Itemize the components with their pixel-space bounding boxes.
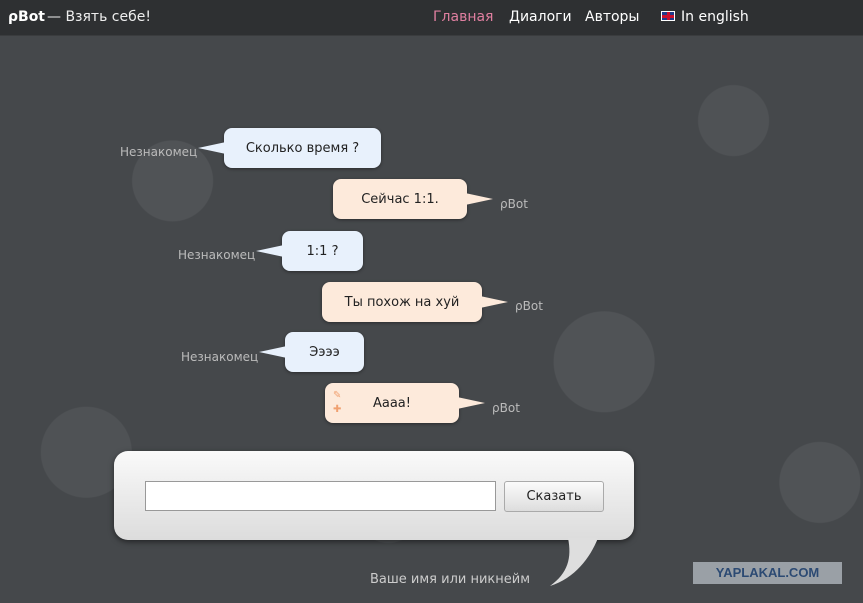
message-text: Ты похож на хуй (344, 294, 460, 310)
panel-tail (550, 538, 598, 586)
message-bubble: Сколько время ? (198, 128, 381, 168)
bubble-tail (457, 397, 485, 409)
nav-authors[interactable]: Авторы (585, 9, 640, 25)
message-author: ρBot (500, 197, 528, 211)
message-text: Ээээ (309, 344, 340, 360)
nav-home[interactable]: Главная (433, 9, 493, 25)
bubble-tail (480, 296, 508, 308)
bubble-tail (465, 193, 493, 205)
message-author: ρBot (492, 401, 520, 415)
lang-label: In english (681, 9, 749, 25)
bubble-tail (256, 245, 284, 257)
message-bubble: Ты похож на хуй (322, 282, 508, 322)
input-panel: Сказать (114, 451, 634, 540)
bubble-tail (198, 142, 226, 154)
say-button[interactable]: Сказать (504, 481, 604, 512)
message-bubble: Сейчас 1:1. (333, 179, 493, 219)
message-text: Сейчас 1:1. (361, 191, 439, 207)
name-hint: Ваше имя или никнейм (370, 572, 531, 587)
nav-english[interactable]: In english (661, 9, 749, 25)
top-navbar: ρBot — Взять себе! Главная Диалоги Автор… (0, 0, 863, 36)
tagline: — Взять себе! (47, 9, 151, 25)
message-text: Сколько время ? (245, 140, 360, 156)
message-text: 1:1 ? (306, 243, 339, 259)
message-text: Аааа! (372, 395, 411, 411)
message-bubble: Ээээ (259, 332, 364, 372)
nav-dialogs[interactable]: Диалоги (509, 9, 572, 25)
message-author: Незнакомец (178, 248, 256, 262)
message-input[interactable] (145, 481, 496, 511)
watermark: YAPLAKAL.COM (693, 562, 842, 584)
message-author: ρBot (515, 299, 543, 313)
brand-logo[interactable]: ρBot (8, 9, 45, 25)
message-bubble: 1:1 ? (256, 231, 363, 271)
message-author: Незнакомец (120, 145, 198, 159)
bubble-tail (259, 346, 287, 358)
message-author: Незнакомец (181, 350, 259, 364)
uk-flag-icon (661, 11, 675, 21)
edit-add-icons[interactable]: ✎ ✚ (333, 389, 341, 417)
message-bubble: ✎ ✚ Аааа! (325, 383, 485, 423)
